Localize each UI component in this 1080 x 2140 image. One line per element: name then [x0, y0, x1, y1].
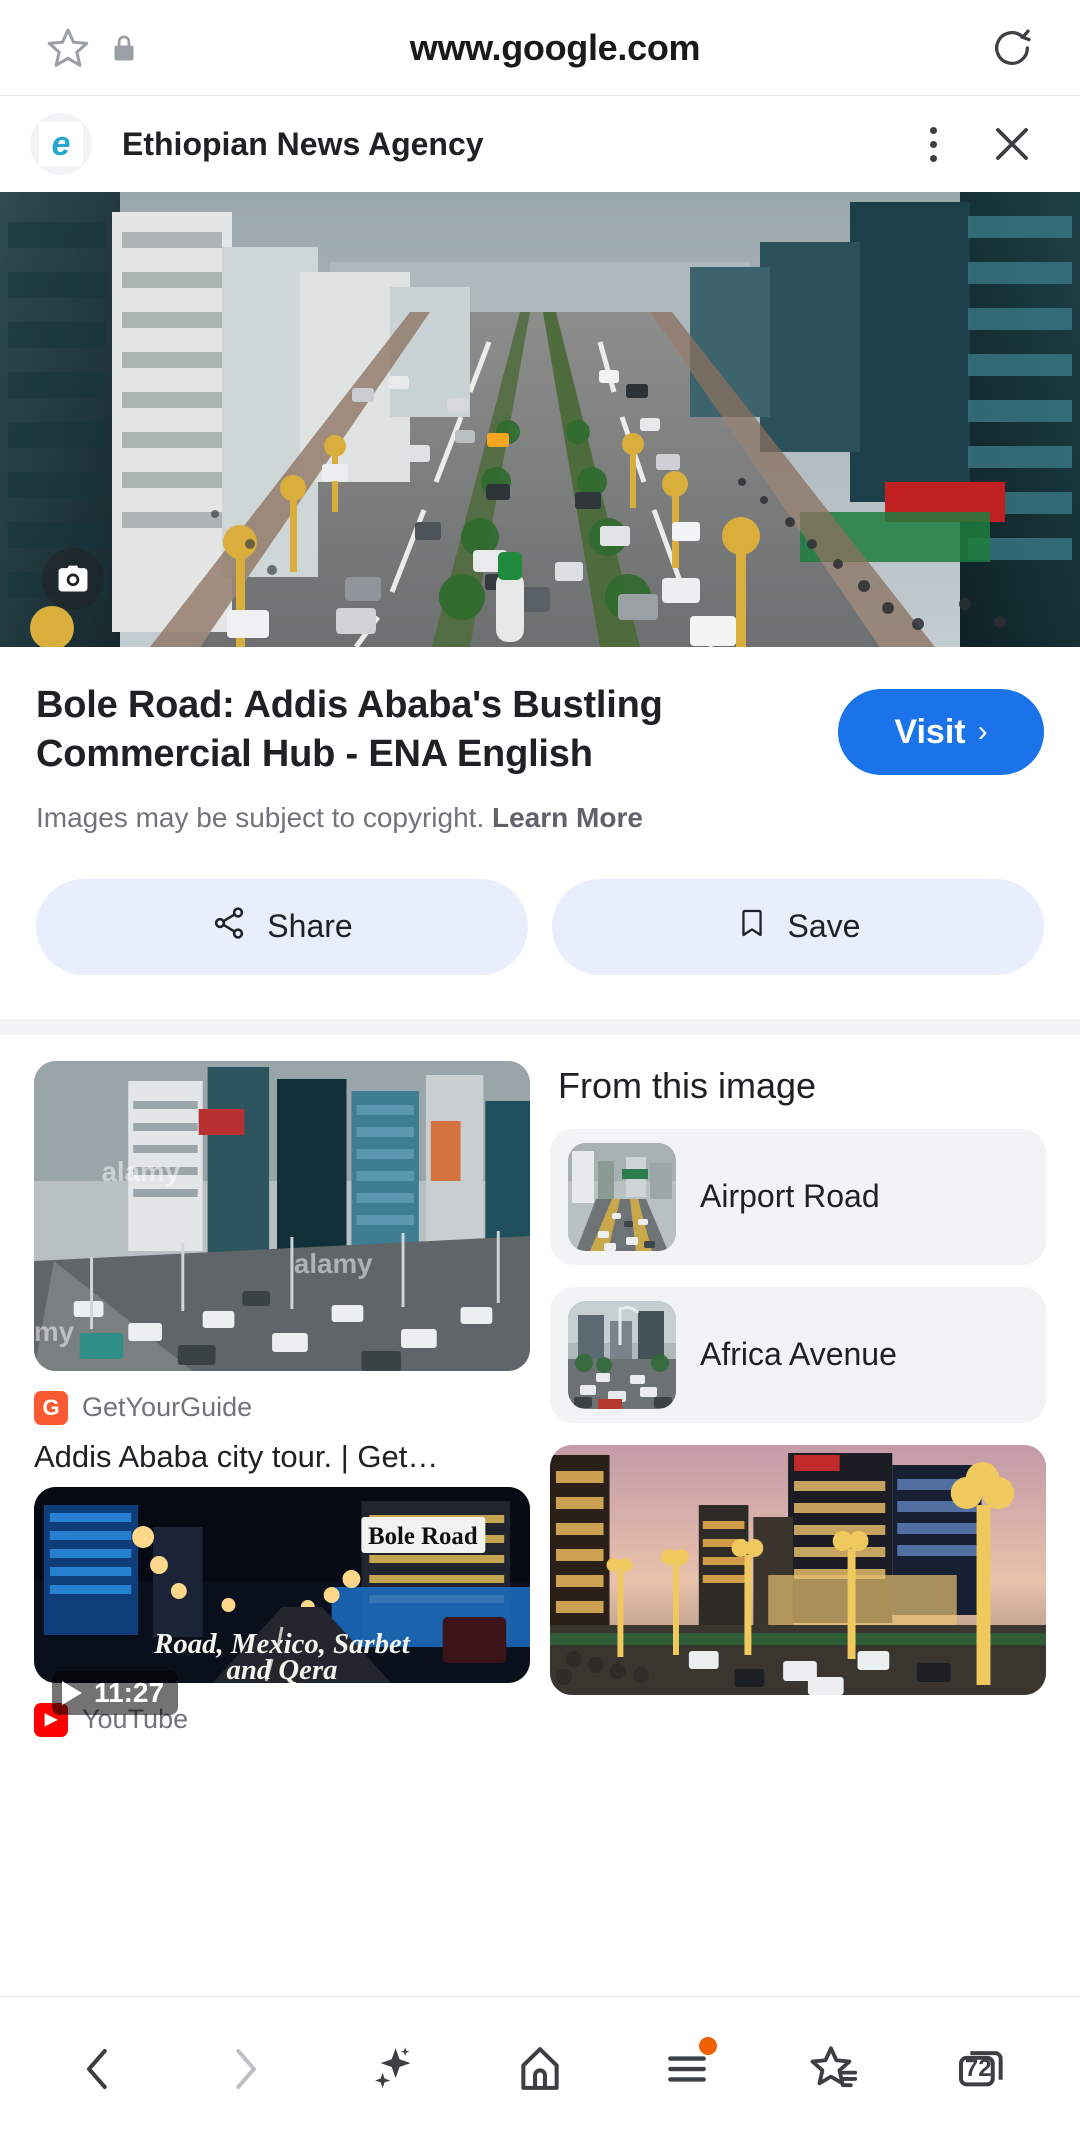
result-title-block: Bole Road: Addis Ababa's Bustling Commer… [0, 647, 1080, 837]
video-thumbnail[interactable]: Bole Road Road, Mexico, Sarbet and Qera [34, 1486, 530, 1683]
nav-ai-assistant-button[interactable] [345, 2021, 441, 2117]
svg-text:my: my [34, 1316, 75, 1347]
svg-text:alamy: alamy [294, 1248, 373, 1279]
card-thumbnail[interactable]: alamy alamy my [34, 1060, 530, 1371]
related-card[interactable]: alamy alamy my G GetYourGuide Addis Ababa … [34, 1060, 530, 1477]
nav-forward-button[interactable] [197, 2021, 293, 2117]
copyright-notice: Images may be subject to copyright. Lear… [36, 800, 820, 836]
video-duration-badge: 11:27 [52, 1670, 179, 1715]
related-video-card[interactable]: Bole Road Road, Mexico, Sarbet and Qera … [34, 1486, 530, 1737]
from-image-object-airport-road[interactable]: Airport Road [550, 1128, 1046, 1265]
share-button[interactable]: Share [36, 878, 528, 975]
nav-back-button[interactable] [50, 2021, 146, 2117]
more-options-icon[interactable] [904, 115, 962, 173]
svg-text:Bole Road: Bole Road [368, 1523, 478, 1550]
from-this-image-heading: From this image [558, 1064, 817, 1106]
result-texts: Bole Road: Addis Ababa's Bustling Commer… [36, 681, 838, 837]
bottom-navigation-bar: 72 [0, 1996, 1080, 2140]
site-name-label: Ethiopian News Agency [122, 125, 484, 162]
page-title: Bole Road: Addis Ababa's Bustling Commer… [36, 684, 663, 775]
bookmark-icon [736, 905, 768, 949]
visit-button[interactable]: Visit › [838, 689, 1044, 775]
learn-more-link[interactable]: Learn More [492, 802, 643, 833]
google-lens-camera-icon[interactable] [42, 548, 104, 610]
object-thumbnail [568, 1142, 676, 1251]
object-thumbnail [568, 1300, 676, 1409]
lock-icon [102, 20, 146, 76]
chevron-right-icon: › [977, 715, 988, 748]
menu-badge-dot [699, 2036, 718, 2055]
save-button[interactable]: Save [552, 878, 1044, 975]
reload-icon[interactable] [984, 20, 1040, 76]
visit-label: Visit [894, 712, 966, 751]
card-source-row: G GetYourGuide [34, 1390, 530, 1425]
svg-text:alamy: alamy [101, 1156, 180, 1187]
page-content: www.google.com e Ethiopian News Agency B… [0, 0, 1080, 1996]
related-results-grid: alamy alamy my G GetYourGuide Addis Ababa … [0, 1035, 1080, 1747]
nav-bookmarks-button[interactable] [787, 2021, 883, 2117]
favicon-glyph: e [39, 122, 83, 166]
object-label: Africa Avenue [700, 1336, 897, 1373]
object-label: Airport Road [700, 1178, 880, 1215]
nav-menu-button[interactable] [639, 2021, 735, 2117]
results-left-column: alamy alamy my G GetYourGuide Addis Ababa … [34, 1060, 530, 1747]
close-icon[interactable] [980, 112, 1044, 176]
nav-home-button[interactable] [492, 2021, 588, 2117]
from-image-object-africa-avenue[interactable]: Africa Avenue [550, 1286, 1046, 1423]
url-text[interactable]: www.google.com [146, 27, 964, 69]
bookmark-star-icon[interactable] [40, 20, 96, 76]
nav-tabs-button[interactable]: 72 [934, 2021, 1030, 2117]
share-icon [211, 905, 247, 949]
card-source-name: GetYourGuide [82, 1392, 253, 1423]
browser-url-bar: www.google.com [0, 0, 1080, 96]
related-card-image[interactable] [550, 1444, 1046, 1695]
hero-image[interactable] [0, 192, 1080, 647]
save-label: Save [787, 908, 861, 945]
site-header-bar: e Ethiopian News Agency [0, 96, 1080, 192]
getyourguide-icon: G [34, 1390, 68, 1425]
card-thumbnail[interactable] [550, 1444, 1046, 1695]
copyright-text: Images may be subject to copyright. [36, 802, 485, 834]
video-duration: 11:27 [94, 1676, 165, 1708]
section-divider [0, 1018, 1080, 1035]
results-right-column: From this image Airport Road Africa Aven… [550, 1061, 1046, 1747]
card-title[interactable]: Addis Ababa city tour. | Get… [34, 1437, 530, 1477]
play-icon [62, 1680, 82, 1705]
site-favicon: e [30, 113, 92, 175]
svg-text:and Qera: and Qera [226, 1654, 337, 1683]
action-row: Share Save [0, 837, 1080, 1019]
share-label: Share [267, 908, 353, 945]
